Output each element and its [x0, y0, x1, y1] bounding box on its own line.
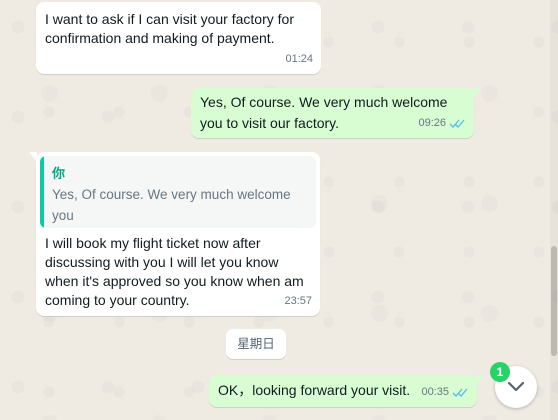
message-incoming[interactable]: I want to ask if I can visit your factor…	[36, 2, 321, 74]
message-text: I will book my flight ticket now after d…	[45, 235, 304, 308]
message-time: 01:24	[285, 53, 313, 65]
chevron-down-icon	[507, 381, 525, 392]
scrollbar-thumb[interactable]	[551, 246, 557, 356]
message-meta: 01:24	[285, 50, 313, 69]
quoted-message[interactable]: 你 Yes, Of course. We very much welcome y…	[40, 156, 316, 228]
message-text: I want to ask if I can visit your factor…	[45, 11, 294, 46]
chat-scrollbar[interactable]	[550, 0, 558, 420]
message-outgoing[interactable]: Yes, Of course. We very much welcome you…	[191, 88, 481, 138]
message-incoming-reply[interactable]: 你 Yes, Of course. We very much welcome y…	[29, 152, 320, 316]
bubble-tail	[29, 152, 37, 162]
bubble-tail	[476, 375, 484, 385]
read-receipt-icon	[449, 119, 465, 128]
message-meta: 23:57	[284, 292, 312, 311]
quote-accent-bar	[40, 156, 44, 228]
unread-count-badge: 1	[490, 362, 510, 382]
bubble-tail	[473, 88, 481, 98]
message-text: OK，looking forward your visit.	[218, 382, 411, 398]
message-time: 00:35	[421, 386, 449, 398]
date-separator: 星期日	[226, 329, 286, 359]
quote-author: 你	[52, 166, 66, 181]
message-time: 23:57	[284, 295, 312, 307]
message-time: 09:26	[418, 117, 446, 129]
quote-text: Yes, Of course. We very much welcome you…	[52, 187, 291, 223]
message-outgoing[interactable]: OK，looking forward your visit. 00:35	[209, 375, 484, 407]
read-receipt-icon	[452, 388, 468, 397]
message-meta: 09:26	[418, 114, 466, 133]
message-meta: 00:35	[421, 383, 469, 402]
